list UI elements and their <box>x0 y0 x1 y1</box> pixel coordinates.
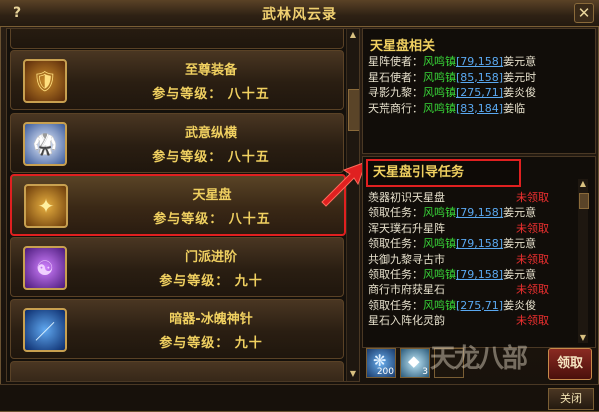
game-logo-watermark: 天龙八部 <box>430 344 528 374</box>
quest-row: 商行市府获星石 未领取 <box>368 283 549 297</box>
info-row: 星石使者：风鸣镇[85,158]姜元时 <box>368 70 537 84</box>
sect-advance-icon: ☯ <box>23 246 67 290</box>
activity-level: 参与等级： 八十五 <box>153 212 271 227</box>
quest-status: 未领取 <box>516 283 549 297</box>
activity-card-star-disk[interactable]: ✦ 天星盘 参与等级： 八十五 <box>10 174 346 236</box>
quest-list: 羡器初识天星盘 未领取 领取任务：风鸣镇[79,158]姜元意 浑天璞石升星阵 未领… <box>368 190 578 329</box>
activity-card-sect-advance[interactable]: ☯ 门派进阶 参与等级： 九十 <box>10 237 344 297</box>
activity-name: 暗器-冰魄神针 <box>169 312 253 327</box>
window-title: 武林风云录 <box>262 7 337 23</box>
bottom-bar: 关闭 <box>0 384 599 411</box>
item-count: 200 <box>376 367 394 377</box>
activity-level: 参与等级： 九十 <box>159 274 263 289</box>
feather-item-icon[interactable]: ❋ 200 <box>366 348 396 378</box>
ice-needle-icon: ／ <box>23 308 67 352</box>
activity-card-partial-bottom[interactable] <box>10 361 344 381</box>
quest-npc-row: 领取任务：风鸣镇[275,71]姜炎俊 <box>368 298 537 312</box>
quest-status: 未领取 <box>516 252 549 266</box>
activity-level: 参与等级： 九十 <box>159 336 263 351</box>
quest-status: 未领取 <box>516 191 549 204</box>
armor-shield-icon: 🛡 <box>23 59 67 103</box>
activity-level: 参与等级： 八十五 <box>152 87 270 102</box>
arrow-icon <box>321 161 367 207</box>
coord-link[interactable]: [83,184] <box>456 102 503 115</box>
coord-link[interactable]: [275,71] <box>456 86 503 99</box>
activity-card-ice-needle[interactable]: ／ 暗器-冰魄神针 参与等级： 九十 <box>10 299 344 359</box>
quest-scrollbar[interactable]: ▲ ▼ <box>578 179 589 343</box>
guide-panel: 天星盘引导任务 羡器初识天星盘 未领取 领取任务：风鸣镇[79,158]姜元意 浑… <box>362 156 596 348</box>
coord-link[interactable]: [79,158] <box>456 268 503 281</box>
close-button[interactable]: 关闭 <box>548 388 594 410</box>
activity-card-martial-will[interactable]: 🥋 武意纵横 参与等级： 八十五 <box>10 113 344 173</box>
coord-link[interactable]: [79,158] <box>456 55 503 68</box>
info-panel: 天星盘相关 星阵使者：风鸣镇[79,158]姜元意 星石使者：风鸣镇[85,15… <box>362 28 596 154</box>
quest-row: 星石入阵化灵韵 未领取 <box>368 314 549 328</box>
title-bar: ? 武林风云录 ✕ <box>0 0 599 27</box>
scroll-down-icon[interactable]: ▼ <box>348 369 358 379</box>
quest-row: 浑天璞石升星阵 未领取 <box>368 221 549 235</box>
activity-card-supreme-gear[interactable]: 🛡 至尊装备 参与等级： 八十五 <box>10 50 344 110</box>
quest-status: 未领取 <box>516 221 549 235</box>
activity-level: 参与等级： 八十五 <box>152 150 270 165</box>
quest-row: 共御九黎寻古市 未领取 <box>368 252 549 266</box>
activity-name: 武意纵横 <box>184 126 237 141</box>
close-icon[interactable]: ✕ <box>574 3 594 23</box>
coord-link[interactable]: [79,158] <box>456 237 503 250</box>
coord-link[interactable]: [275,71] <box>456 299 503 312</box>
crystal-item-icon[interactable]: ◆ 3 <box>400 348 430 378</box>
coord-link[interactable]: [85,158] <box>456 71 503 84</box>
martial-figure-icon: 🥋 <box>23 122 67 166</box>
activity-name: 门派进阶 <box>184 250 237 265</box>
activity-name: 天星盘 <box>192 188 232 203</box>
claim-button[interactable]: 领取 <box>548 348 592 380</box>
star-disk-icon: ✦ <box>24 184 68 228</box>
quest-row: 羡器初识天星盘 未领取 <box>368 191 549 204</box>
activity-name: 至尊装备 <box>184 63 237 78</box>
info-title: 天星盘相关 <box>370 39 436 54</box>
guide-title: 天星盘引导任务 <box>366 159 521 187</box>
quest-npc-row: 领取任务：风鸣镇[79,158]姜元意 <box>368 237 537 251</box>
quest-npc-row: 领取任务：风鸣镇[79,158]姜元意 <box>368 267 537 281</box>
scroll-thumb[interactable] <box>579 193 589 209</box>
activity-card-partial[interactable] <box>10 29 344 49</box>
scroll-up-icon[interactable]: ▲ <box>348 30 358 40</box>
coord-link[interactable]: [79,158] <box>456 206 503 219</box>
item-count: 3 <box>422 367 428 377</box>
quest-npc-row: 领取任务：风鸣镇[79,158]姜元意 <box>368 206 537 220</box>
scroll-down-icon[interactable]: ▼ <box>578 333 588 343</box>
scroll-up-icon[interactable]: ▲ <box>578 179 588 189</box>
info-row: 天荒商行：风鸣镇[83,184]姜临 <box>368 101 526 115</box>
scroll-thumb[interactable] <box>348 89 359 131</box>
info-row: 星阵使者：风鸣镇[79,158]姜元意 <box>368 55 537 68</box>
activity-list: 🛡 至尊装备 参与等级： 八十五 🥋 武意纵横 参与等级： 八十五 ✦ 天星盘 … <box>6 28 360 382</box>
quest-status: 未领取 <box>516 314 549 328</box>
info-row: 寻影九黎：风鸣镇[275,71]姜炎俊 <box>368 86 537 99</box>
